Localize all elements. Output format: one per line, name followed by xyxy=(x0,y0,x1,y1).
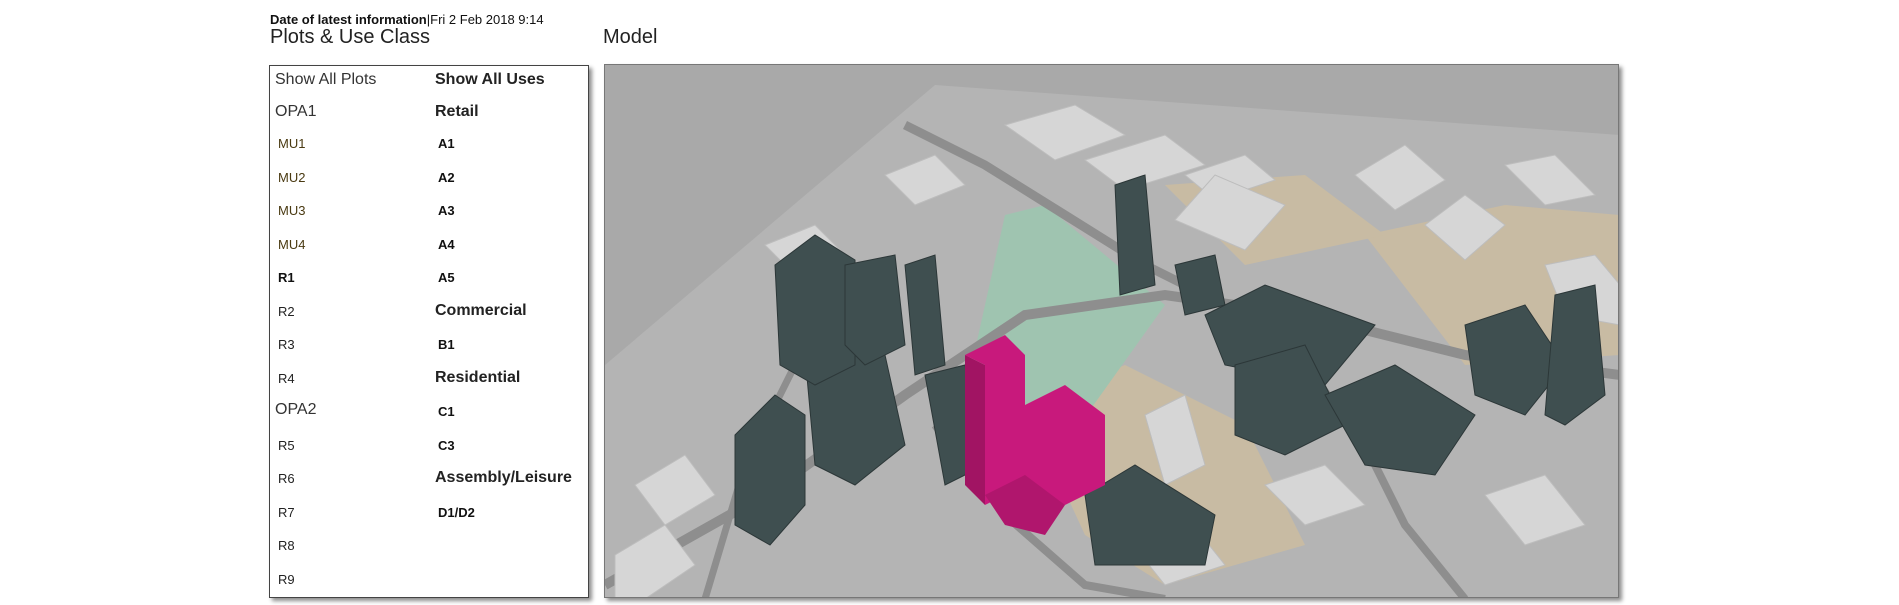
use-item-a2[interactable]: A2 xyxy=(438,170,455,185)
use-category-retail[interactable]: Retail xyxy=(435,103,479,121)
plot-item-r9[interactable]: R9 xyxy=(278,572,295,587)
model-title: Model xyxy=(603,26,658,48)
plots-use-class-title: Plots & Use Class xyxy=(270,26,431,48)
show-all-uses-link[interactable]: Show All Uses xyxy=(435,71,545,89)
use-category-commercial[interactable]: Commercial xyxy=(435,302,527,320)
plot-item-r2[interactable]: R2 xyxy=(278,304,295,319)
plot-item-r3[interactable]: R3 xyxy=(278,337,295,352)
plot-group-opa2[interactable]: OPA2 xyxy=(275,401,317,419)
date-value: Fri 2 Feb 2018 9:14 xyxy=(430,12,544,27)
plot-item-r7[interactable]: R7 xyxy=(278,505,295,520)
3d-city-model[interactable] xyxy=(605,65,1619,598)
plot-item-r8[interactable]: R8 xyxy=(278,538,295,553)
use-category-residential[interactable]: Residential xyxy=(435,369,520,387)
plot-item-mu3[interactable]: MU3 xyxy=(278,203,305,218)
use-item-a4[interactable]: A4 xyxy=(438,237,455,252)
use-item-a3[interactable]: A3 xyxy=(438,203,455,218)
show-all-plots-link[interactable]: Show All Plots xyxy=(275,71,376,89)
use-item-d1-d2[interactable]: D1/D2 xyxy=(438,505,475,520)
plot-item-r5[interactable]: R5 xyxy=(278,438,295,453)
plot-item-r6[interactable]: R6 xyxy=(278,471,295,486)
highlighted-building-tower-side xyxy=(965,355,985,505)
plot-item-r4[interactable]: R4 xyxy=(278,371,295,386)
date-of-latest-information: Date of latest information|Fri 2 Feb 201… xyxy=(270,12,544,27)
date-label: Date of latest information xyxy=(270,12,427,27)
plot-item-r1[interactable]: R1 xyxy=(278,270,295,285)
page: Date of latest information|Fri 2 Feb 201… xyxy=(0,0,1899,605)
use-item-b1[interactable]: B1 xyxy=(438,337,455,352)
dark-building xyxy=(774,234,856,386)
plot-item-mu4[interactable]: MU4 xyxy=(278,237,305,252)
use-item-c1[interactable]: C1 xyxy=(438,404,455,419)
plot-group-opa1[interactable]: OPA1 xyxy=(275,103,317,121)
plot-item-mu1[interactable]: MU1 xyxy=(278,136,305,151)
3d-model-viewport[interactable] xyxy=(604,64,1619,598)
plots-use-class-panel: Show All Plots OPA1 MU1 MU2 MU3 MU4 R1 R… xyxy=(269,65,589,598)
use-item-c3[interactable]: C3 xyxy=(438,438,455,453)
use-item-a1[interactable]: A1 xyxy=(438,136,455,151)
use-category-assembly-leisure[interactable]: Assembly/Leisure xyxy=(435,469,572,487)
dark-building xyxy=(844,254,906,366)
use-item-a5[interactable]: A5 xyxy=(438,270,455,285)
plot-item-mu2[interactable]: MU2 xyxy=(278,170,305,185)
